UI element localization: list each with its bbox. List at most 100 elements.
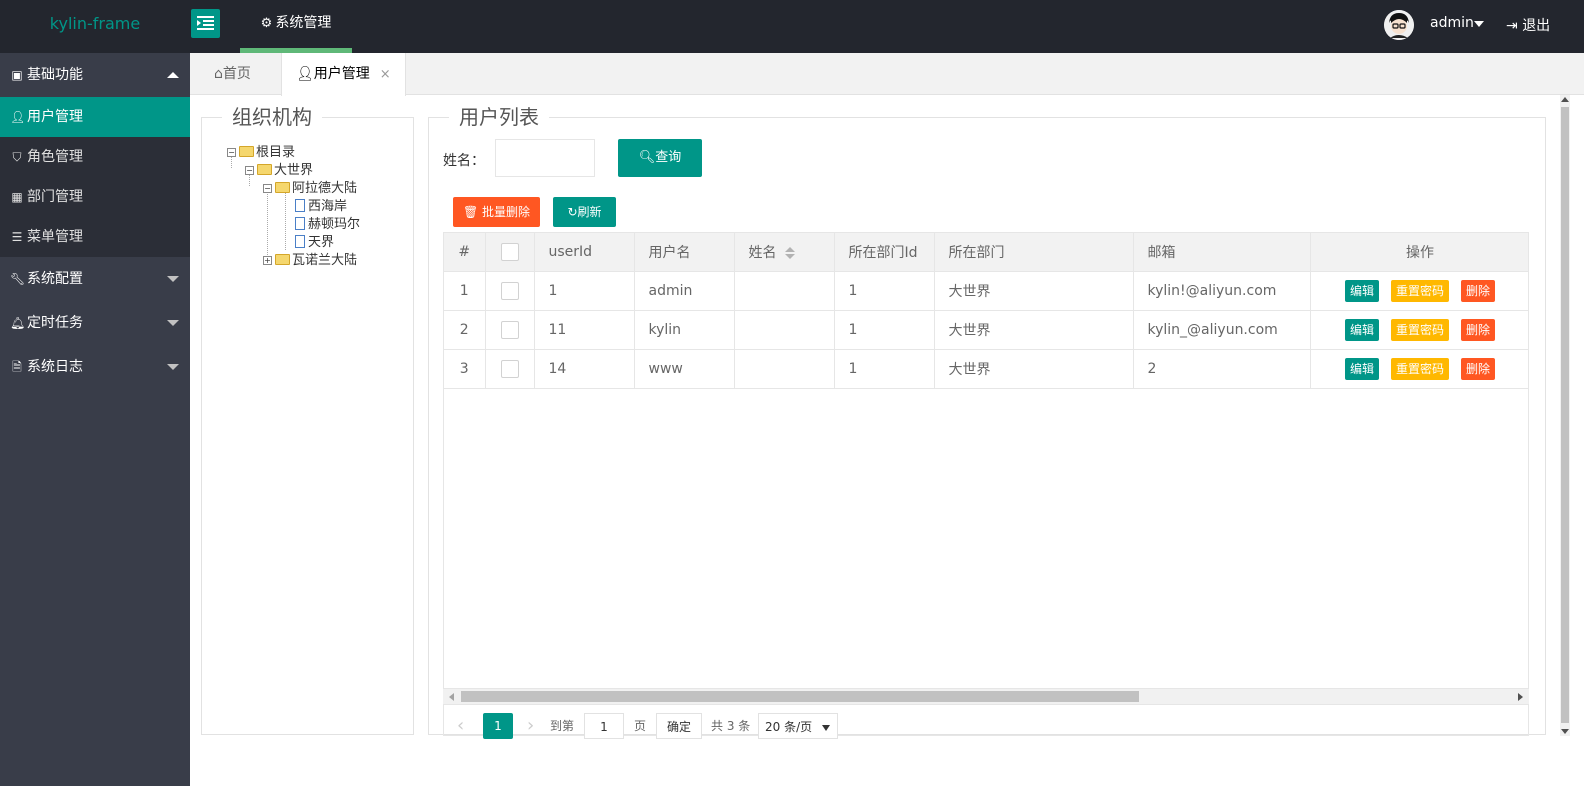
trash-icon: 🗑︎ bbox=[462, 205, 479, 219]
sidebar-item-dept-management[interactable]: ▦ 部门管理 bbox=[0, 177, 190, 217]
gear-icon: ⚙ bbox=[260, 16, 273, 31]
app-logo[interactable]: kylin-frame bbox=[0, 0, 190, 53]
tree-node-label: 瓦诺兰大陆 bbox=[292, 253, 358, 268]
chevron-down-icon bbox=[822, 725, 830, 731]
name-search-input[interactable] bbox=[495, 139, 595, 177]
delete-button[interactable]: 删除 bbox=[1461, 318, 1496, 341]
delete-button[interactable]: 删除 bbox=[1461, 357, 1496, 380]
tree-node-west-coast[interactable]: 西海岸 bbox=[295, 198, 347, 216]
cell-userid: 11 bbox=[534, 310, 635, 350]
sidebar-item-menu-management[interactable]: ☰ 菜单管理 bbox=[0, 217, 190, 257]
sidebar-group-system-log[interactable]: 🗎︎ 系统日志 bbox=[0, 345, 190, 389]
table-header-row: # userId 用户名 姓名 所在部门Id 所在部门 邮箱 操作 bbox=[444, 233, 1528, 272]
sidebar-group-basic[interactable]: ▣ 基础功能 bbox=[0, 53, 190, 97]
tab-user-management[interactable]: 👤︎用户管理 × bbox=[281, 53, 406, 96]
sidebar-group-scheduled-tasks[interactable]: 🔔︎ 定时任务 bbox=[0, 301, 190, 345]
sort-icon[interactable] bbox=[784, 246, 795, 259]
close-icon[interactable]: × bbox=[380, 67, 391, 82]
tab-bar: ⌂首页 👤︎用户管理 × bbox=[190, 53, 1584, 96]
org-panel: 组织机构 − 根目录 − 大世界 − 阿拉德大陆 西海岸 赫顿玛尔 天界 + 瓦诺兰大陆 bbox=[201, 105, 414, 735]
scroll-down-icon[interactable] bbox=[1561, 729, 1569, 734]
sidebar-group-system-config[interactable]: 🔧︎ 系统配置 bbox=[0, 257, 190, 301]
sidebar-item-user-management[interactable]: 👤︎ 用户管理 bbox=[0, 97, 190, 137]
prev-page-button[interactable]: ‹ bbox=[457, 713, 464, 739]
cell-index: 3 bbox=[444, 349, 486, 389]
edit-button[interactable]: 编辑 bbox=[1344, 279, 1379, 302]
sidebar-toggle-button[interactable] bbox=[191, 9, 220, 38]
table-horizontal-scrollbar[interactable] bbox=[443, 688, 1529, 704]
sidebar-group-label: 定时任务 bbox=[27, 315, 83, 331]
cell-actions: 编辑 重置密码 删除 bbox=[1309, 271, 1528, 311]
scroll-right-icon[interactable] bbox=[1518, 693, 1523, 701]
col-header-name[interactable]: 姓名 bbox=[734, 233, 835, 272]
nav-system-management[interactable]: ⚙ 系统管理 bbox=[240, 0, 352, 53]
chevron-down-icon bbox=[167, 364, 179, 370]
page-vertical-scrollbar[interactable] bbox=[1560, 95, 1570, 736]
goto-page-input[interactable]: 1 bbox=[584, 713, 624, 739]
query-button[interactable]: 🔍︎查询 bbox=[618, 139, 702, 177]
col-header-username: 用户名 bbox=[634, 233, 735, 272]
scroll-left-icon[interactable] bbox=[449, 693, 454, 701]
page-size-select[interactable]: 20 条/页 bbox=[758, 713, 838, 739]
select-all-checkbox[interactable] bbox=[500, 242, 519, 261]
current-page[interactable]: 1 bbox=[483, 713, 513, 739]
sidebar-group-label: 基础功能 bbox=[27, 67, 83, 83]
tree-node-label: 天界 bbox=[308, 235, 335, 250]
delete-button[interactable]: 删除 bbox=[1461, 279, 1496, 302]
next-page-button[interactable]: › bbox=[527, 713, 534, 739]
goto-label: 到第 bbox=[550, 719, 575, 733]
avatar[interactable] bbox=[1384, 10, 1414, 40]
cell-index: 2 bbox=[444, 310, 486, 350]
col-header-index: # bbox=[444, 233, 486, 272]
cell-deptid: 1 bbox=[834, 310, 935, 350]
building-icon: ▦ bbox=[11, 190, 23, 204]
batch-delete-button[interactable]: 🗑︎ 批量删除 bbox=[453, 197, 540, 227]
refresh-button[interactable]: ↻刷新 bbox=[553, 197, 616, 227]
user-icon: 👤︎ bbox=[10, 110, 26, 124]
table-row: 2 11 kylin 1 大世界 kylin_@aliyun.com 编辑 重置密… bbox=[444, 310, 1528, 350]
sidebar-item-label: 菜单管理 bbox=[27, 229, 83, 245]
tab-home[interactable]: ⌂首页 bbox=[200, 53, 265, 95]
reset-password-button[interactable]: 重置密码 bbox=[1390, 318, 1449, 341]
reset-password-button[interactable]: 重置密码 bbox=[1390, 357, 1449, 380]
wrench-icon: 🔧︎ bbox=[10, 272, 26, 286]
collapse-icon[interactable]: − bbox=[263, 184, 272, 193]
row-checkbox[interactable] bbox=[500, 359, 519, 378]
cell-username: admin bbox=[634, 271, 735, 311]
chevron-down-icon[interactable] bbox=[1474, 21, 1484, 27]
sidebar-item-label: 角色管理 bbox=[27, 149, 83, 165]
logout-link[interactable]: ⇥ 退出 bbox=[1506, 15, 1550, 35]
col-header-email: 邮箱 bbox=[1133, 233, 1311, 272]
scrollbar-thumb[interactable] bbox=[461, 691, 1139, 702]
scrollbar-thumb[interactable] bbox=[1561, 107, 1569, 723]
tree-node-root[interactable]: − 根目录 bbox=[227, 144, 295, 162]
tree-node-world[interactable]: − 大世界 bbox=[245, 162, 313, 180]
col-header-label: 姓名 bbox=[748, 244, 777, 261]
tree-node-label: 西海岸 bbox=[308, 199, 348, 214]
col-header-dept: 所在部门 bbox=[934, 233, 1134, 272]
folder-icon bbox=[239, 146, 254, 157]
edit-button[interactable]: 编辑 bbox=[1344, 318, 1379, 341]
sidebar-item-role-management[interactable]: ⛉ 角色管理 bbox=[0, 137, 190, 177]
tree-node-continent-vanor[interactable]: + 瓦诺兰大陆 bbox=[263, 252, 357, 270]
cell-email: kylin!@aliyun.com bbox=[1133, 271, 1311, 311]
edit-button[interactable]: 编辑 bbox=[1344, 357, 1379, 380]
expand-icon[interactable]: + bbox=[263, 256, 272, 265]
cell-index: 1 bbox=[444, 271, 486, 311]
collapse-icon[interactable]: − bbox=[227, 148, 236, 157]
user-avatar-image bbox=[1384, 10, 1414, 40]
tree-node-heaven[interactable]: 天界 bbox=[295, 234, 334, 252]
file-icon: 🗎︎ bbox=[12, 360, 22, 374]
goto-confirm-button[interactable]: 确定 bbox=[656, 713, 703, 739]
row-checkbox[interactable] bbox=[500, 281, 519, 300]
table-row: 1 1 admin 1 大世界 kylin!@aliyun.com 编辑 重置密码… bbox=[444, 271, 1528, 311]
menu-icon: ☰ bbox=[11, 230, 23, 244]
pagination: ‹ 1 › 到第 1 页 确定 共 3 条 20 条/页 bbox=[443, 704, 1529, 744]
row-checkbox[interactable] bbox=[500, 320, 519, 339]
tree-node-continent-arad[interactable]: − 阿拉德大陆 bbox=[263, 180, 357, 198]
scroll-up-icon[interactable] bbox=[1561, 97, 1569, 102]
tree-node-hedun[interactable]: 赫顿玛尔 bbox=[295, 216, 360, 234]
collapse-icon[interactable]: − bbox=[245, 166, 254, 175]
username-label[interactable]: admin bbox=[1430, 15, 1474, 31]
reset-password-button[interactable]: 重置密码 bbox=[1390, 279, 1449, 302]
